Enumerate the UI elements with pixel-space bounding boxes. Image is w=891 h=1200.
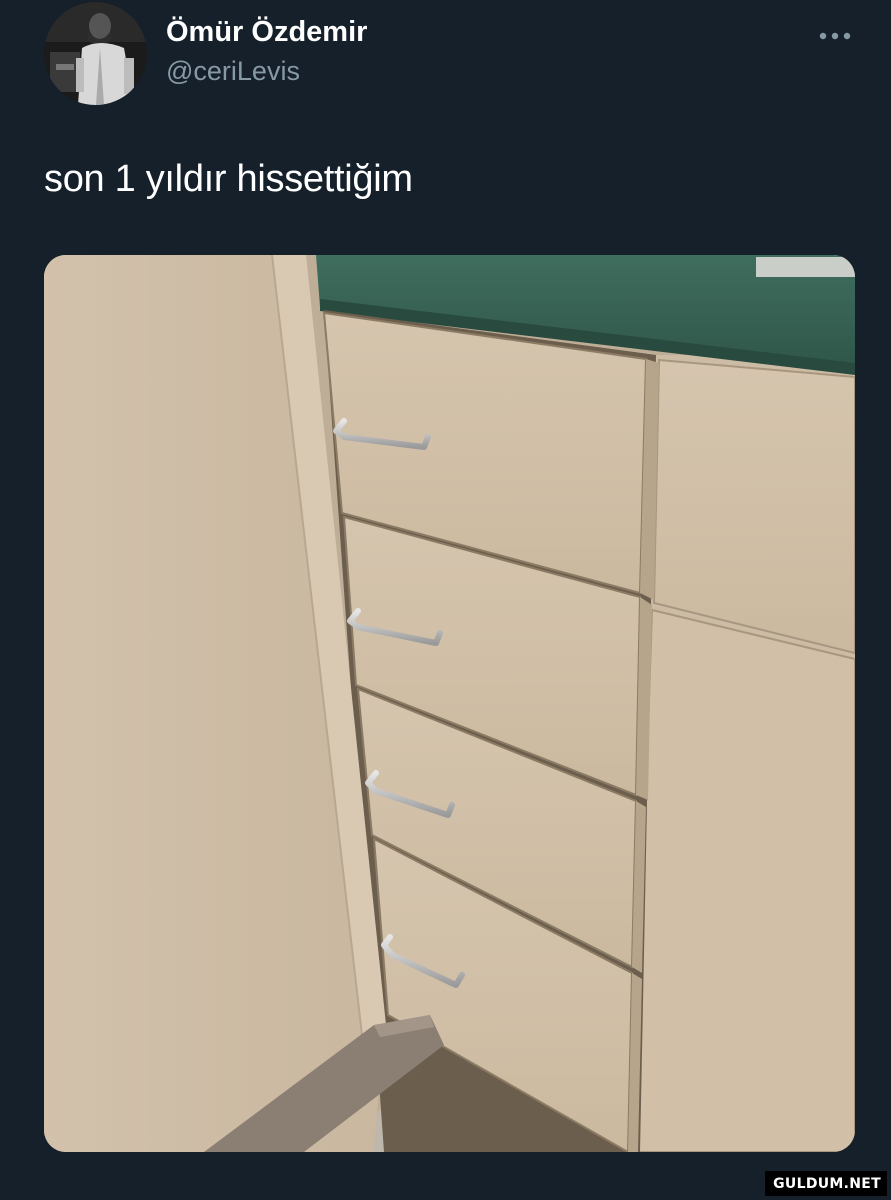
drawers-photo-icon	[44, 255, 855, 1152]
tweet-media-photo[interactable]	[44, 255, 855, 1152]
tweet-text: son 1 yıldır hissettiğim	[44, 158, 413, 200]
watermark: GULDUM.NET	[765, 1171, 887, 1196]
more-horizontal-icon	[819, 32, 851, 40]
more-options-button[interactable]	[812, 22, 858, 50]
avatar[interactable]	[44, 2, 147, 105]
author-handle[interactable]: @ceriLevis	[166, 56, 300, 87]
profile-photo-icon	[44, 2, 147, 105]
author-display-name[interactable]: Ömür Özdemir	[166, 16, 367, 49]
